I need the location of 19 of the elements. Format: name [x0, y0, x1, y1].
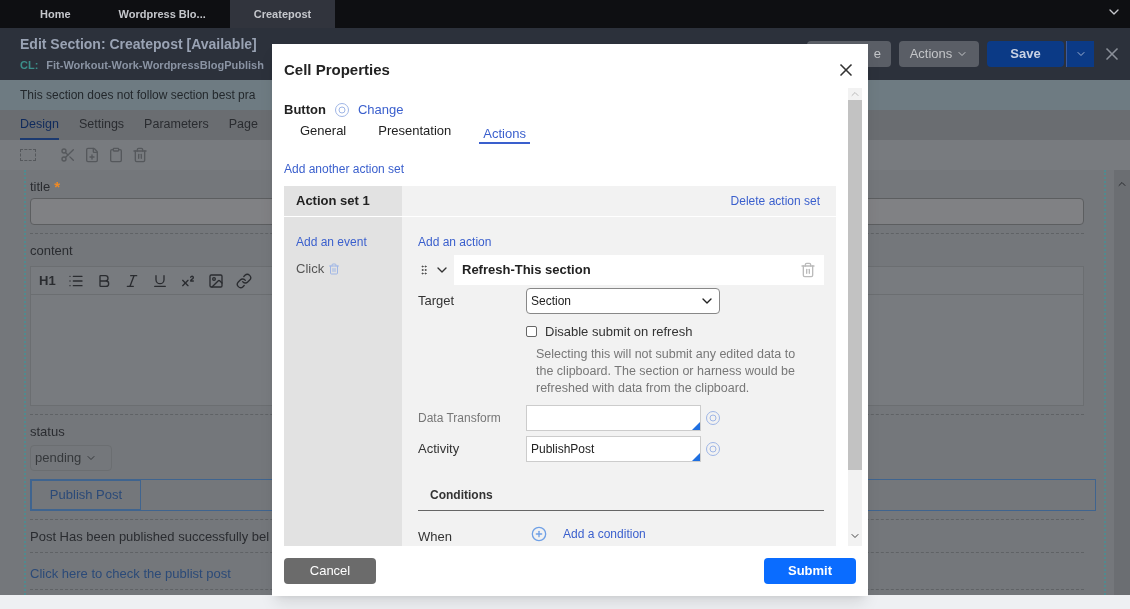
help-text: Selecting this will not submit any edited data to the clipboard. The section or harness would be refreshed with data from the clipboard. — [536, 345, 797, 397]
field-label: Activity — [418, 439, 461, 458]
conditions-heading: Conditions — [430, 487, 493, 502]
action-title: Refresh-This section — [462, 261, 591, 280]
warning-text: This section does not follow section best pra — [20, 87, 256, 104]
field-label: title — [30, 178, 51, 197]
field-label: Target — [418, 292, 456, 311]
class-label: CL: — [20, 58, 39, 74]
section-title: Edit Section: Createpost [Available] — [20, 35, 258, 55]
dialog-title: Cell Properties — [284, 59, 390, 80]
action-set-title: Action set 1 — [296, 192, 370, 210]
required-mark: * — [54, 176, 61, 197]
field-label: When — [418, 527, 453, 546]
field-label: Data Transform — [418, 409, 502, 427]
field-label: content — [30, 243, 73, 258]
field-label: status — [30, 424, 65, 439]
status-message: Post Has been published successfully bel — [30, 529, 270, 544]
control-type: Button — [284, 101, 326, 119]
class-name: Fit-Workout-Work-WordpressBlogPublish — [46, 58, 264, 74]
